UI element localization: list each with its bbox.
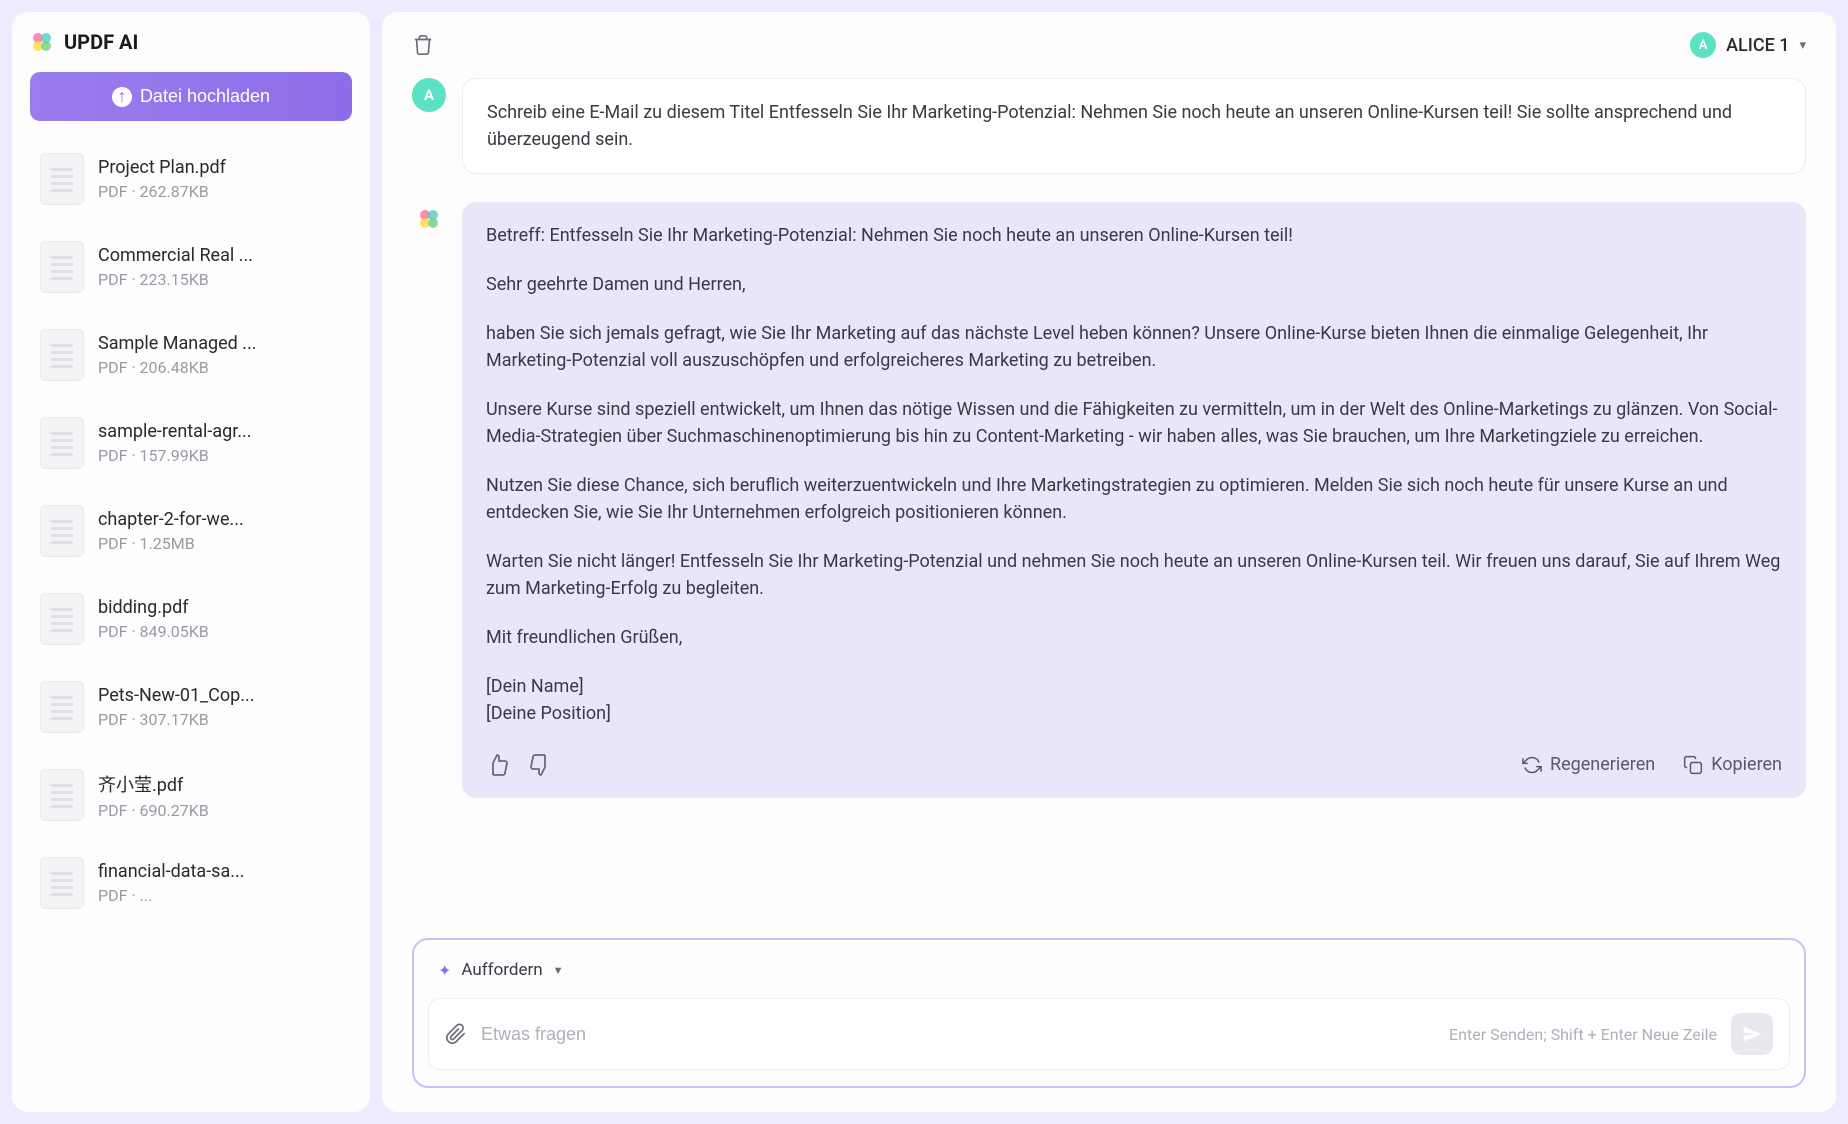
file-item[interactable]: financial-data-sa... PDF · ... <box>30 845 352 921</box>
main-header: A ALICE 1 ▾ <box>382 12 1836 78</box>
file-name: bidding.pdf <box>98 597 342 618</box>
file-meta: PDF · 206.48KB <box>98 358 342 377</box>
pdf-file-icon <box>40 329 84 381</box>
copy-button[interactable]: Kopieren <box>1683 751 1782 778</box>
file-item[interactable]: Commercial Real ... PDF · 223.15KB <box>30 229 352 305</box>
ai-paragraph: Warten Sie nicht länger! Entfesseln Sie … <box>486 548 1782 602</box>
file-item[interactable]: bidding.pdf PDF · 849.05KB <box>30 581 352 657</box>
prompt-selector[interactable]: ✦ Auffordern ▼ <box>428 956 574 984</box>
user-menu[interactable]: A ALICE 1 ▾ <box>1690 32 1806 58</box>
ai-paragraph: Unsere Kurse sind speziell entwickelt, u… <box>486 396 1782 450</box>
pdf-file-icon <box>40 593 84 645</box>
ai-paragraph: [Dein Name] [Deine Position] <box>486 673 1782 727</box>
ai-paragraph: Sehr geehrte Damen und Herren, <box>486 271 1782 298</box>
regenerate-label: Regenerieren <box>1550 751 1655 778</box>
file-meta: PDF · 307.17KB <box>98 710 342 729</box>
user-avatar: A <box>1690 32 1716 58</box>
file-meta: PDF · 849.05KB <box>98 622 342 641</box>
file-meta: PDF · 262.87KB <box>98 182 342 201</box>
file-meta: PDF · ... <box>98 886 342 905</box>
upload-button-label: Datei hochladen <box>140 86 270 107</box>
file-item[interactable]: chapter-2-for-we... PDF · 1.25MB <box>30 493 352 569</box>
sidebar: UPDF AI ↑ Datei hochladen Project Plan.p… <box>12 12 370 1112</box>
file-item[interactable]: sample-rental-agr... PDF · 157.99KB <box>30 405 352 481</box>
file-item[interactable]: Project Plan.pdf PDF · 262.87KB <box>30 141 352 217</box>
pdf-file-icon <box>40 241 84 293</box>
ai-message: Betreff: Entfesseln Sie Ihr Marketing-Po… <box>412 202 1806 798</box>
user-message: A Schreib eine E-Mail zu diesem Titel En… <box>412 78 1806 174</box>
file-name: 齐小莹.pdf <box>98 771 342 797</box>
chat-input[interactable] <box>481 1024 1435 1045</box>
app-title: UPDF AI <box>64 30 138 54</box>
pdf-file-icon <box>40 681 84 733</box>
prompt-selector-label: Auffordern <box>461 960 542 980</box>
file-item[interactable]: Pets-New-01_Cop... PDF · 307.17KB <box>30 669 352 745</box>
file-meta: PDF · 223.15KB <box>98 270 342 289</box>
file-name: sample-rental-agr... <box>98 421 342 442</box>
user-name-label: ALICE 1 <box>1726 35 1789 56</box>
file-item[interactable]: Sample Managed ... PDF · 206.48KB <box>30 317 352 393</box>
main-panel: A ALICE 1 ▾ A Schreib eine E-Mail zu die… <box>382 12 1836 1112</box>
pdf-file-icon <box>40 153 84 205</box>
thumbs-down-icon[interactable] <box>528 753 552 777</box>
sparkle-icon: ✦ <box>438 961 451 980</box>
user-message-text: Schreib eine E-Mail zu diesem Titel Entf… <box>462 78 1806 174</box>
sidebar-header: UPDF AI <box>30 30 352 54</box>
copy-label: Kopieren <box>1711 751 1782 778</box>
file-list: Project Plan.pdf PDF · 262.87KB Commerci… <box>30 141 352 1094</box>
ai-paragraph: Nutzen Sie diese Chance, sich beruflich … <box>486 472 1782 526</box>
refresh-icon <box>1522 755 1542 775</box>
file-name: Commercial Real ... <box>98 245 342 266</box>
caret-down-icon: ▼ <box>553 964 564 977</box>
pdf-file-icon <box>40 857 84 909</box>
ai-paragraph: Betreff: Entfesseln Sie Ihr Marketing-Po… <box>486 222 1782 249</box>
upload-icon: ↑ <box>112 87 132 107</box>
ai-avatar-icon <box>412 202 446 236</box>
file-name: Sample Managed ... <box>98 333 342 354</box>
file-meta: PDF · 1.25MB <box>98 534 342 553</box>
ai-paragraph: Mit freundlichen Grüßen, <box>486 624 1782 651</box>
delete-icon[interactable] <box>412 34 434 56</box>
send-button[interactable] <box>1731 1013 1773 1055</box>
file-name: Project Plan.pdf <box>98 157 342 178</box>
app-logo-icon <box>30 30 54 54</box>
file-name: financial-data-sa... <box>98 861 342 882</box>
thumbs-up-icon[interactable] <box>486 753 510 777</box>
file-name: chapter-2-for-we... <box>98 509 342 530</box>
pdf-file-icon <box>40 417 84 469</box>
file-name: Pets-New-01_Cop... <box>98 685 342 706</box>
ai-message-bubble: Betreff: Entfesseln Sie Ihr Marketing-Po… <box>462 202 1806 798</box>
upload-file-button[interactable]: ↑ Datei hochladen <box>30 72 352 121</box>
chat-area: A Schreib eine E-Mail zu diesem Titel En… <box>382 78 1836 938</box>
attachment-icon[interactable] <box>445 1023 467 1045</box>
regenerate-button[interactable]: Regenerieren <box>1522 751 1655 778</box>
pdf-file-icon <box>40 769 84 821</box>
chevron-down-icon: ▾ <box>1799 38 1806 53</box>
user-avatar: A <box>412 78 446 112</box>
message-actions: Regenerieren Kopieren <box>486 751 1782 778</box>
input-row: Enter Senden; Shift + Enter Neue Zeile <box>428 998 1790 1070</box>
pdf-file-icon <box>40 505 84 557</box>
file-item[interactable]: 齐小莹.pdf PDF · 690.27KB <box>30 757 352 833</box>
copy-icon <box>1683 755 1703 775</box>
file-meta: PDF · 157.99KB <box>98 446 342 465</box>
input-area: ✦ Auffordern ▼ Enter Senden; Shift + Ent… <box>412 938 1806 1088</box>
send-icon <box>1742 1024 1762 1044</box>
input-hint: Enter Senden; Shift + Enter Neue Zeile <box>1449 1025 1717 1044</box>
file-meta: PDF · 690.27KB <box>98 801 342 820</box>
ai-paragraph: haben Sie sich jemals gefragt, wie Sie I… <box>486 320 1782 374</box>
